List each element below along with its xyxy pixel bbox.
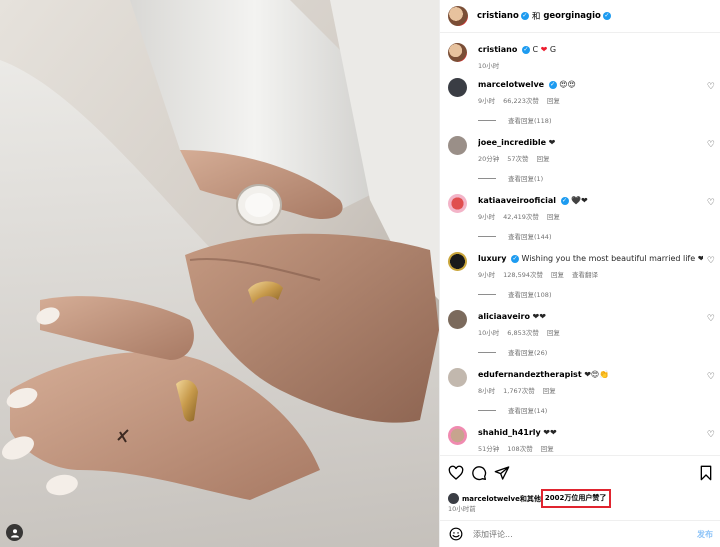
avatar[interactable] xyxy=(448,43,467,62)
heart-icon[interactable] xyxy=(448,465,464,481)
comment-time: 8小时 xyxy=(478,387,496,395)
like-comment-heart-icon[interactable]: ♡ xyxy=(707,140,715,150)
verified-badge-icon: ✓ xyxy=(520,12,529,20)
verified-badge-icon: ✓ xyxy=(602,12,611,20)
comment-username[interactable]: katiaaveirooficial xyxy=(478,196,556,205)
comment-text: ❤❤ xyxy=(543,428,557,437)
avatar[interactable] xyxy=(448,194,467,213)
author-avatar[interactable] xyxy=(448,6,468,26)
view-replies-link[interactable]: 查看回复(108) xyxy=(478,289,551,299)
comment-text: ❤ xyxy=(548,138,556,147)
comment-likes[interactable]: 1,767次赞 xyxy=(503,385,535,395)
comment-username[interactable]: luxury xyxy=(478,254,506,263)
likes-prefix[interactable]: marcelotwelve和其他 xyxy=(462,494,541,504)
author-username[interactable]: cristiano xyxy=(477,11,519,21)
reply-button[interactable]: 回复 xyxy=(547,211,560,221)
comment-time: 9小时 xyxy=(478,213,496,221)
view-replies-label: 查看回复(26) xyxy=(508,349,548,357)
comment-likes[interactable]: 66,223次赞 xyxy=(503,95,539,105)
avatar[interactable] xyxy=(448,310,467,329)
caption-username[interactable]: cristiano xyxy=(478,45,517,54)
avatar[interactable] xyxy=(448,78,467,97)
like-comment-heart-icon[interactable]: ♡ xyxy=(707,372,715,382)
post-photo[interactable] xyxy=(0,0,439,547)
comment-likes[interactable]: 128,594次赞 xyxy=(503,269,543,279)
like-comment-heart-icon[interactable]: ♡ xyxy=(707,256,715,266)
comment-input[interactable] xyxy=(473,529,673,539)
post-timestamp: 10小时前 xyxy=(448,505,476,513)
avatar[interactable] xyxy=(448,136,467,155)
like-comment-heart-icon[interactable]: ♡ xyxy=(707,198,715,208)
user-tag-icon[interactable] xyxy=(6,524,23,541)
verified-badge-icon: ✓ xyxy=(521,45,530,54)
comment-text: 😍😍 xyxy=(559,80,576,89)
comment-time: 51分钟 xyxy=(478,445,500,453)
comment-likes[interactable]: 108次赞 xyxy=(507,443,532,453)
comment-time: 9小时 xyxy=(478,97,496,105)
comment-username[interactable]: shahid_h41rly xyxy=(478,428,541,437)
verified-badge-icon: ✓ xyxy=(548,80,557,89)
comment-username[interactable]: marcelotwelve xyxy=(478,80,544,89)
view-replies-link[interactable]: 查看回复(1) xyxy=(478,173,543,183)
avatar[interactable] xyxy=(448,368,467,387)
hands-with-rings-image xyxy=(0,0,439,547)
post-detail-pane: cristiano ✓ 和 georginagio ✓ cristiano ✓ … xyxy=(439,0,720,547)
add-comment-bar: 发布 xyxy=(440,520,720,547)
like-comment-heart-icon[interactable]: ♡ xyxy=(707,82,715,92)
like-comment-heart-icon[interactable]: ♡ xyxy=(707,430,715,440)
comment-username[interactable]: edufernandeztherapist xyxy=(478,370,582,379)
view-replies-label: 查看回复(144) xyxy=(508,233,552,241)
post-author-line: cristiano ✓ 和 georginagio ✓ xyxy=(477,10,611,22)
caption-text-g: G xyxy=(549,45,557,54)
view-replies-link[interactable]: 查看回复(144) xyxy=(478,231,551,241)
view-replies-label: 查看回复(14) xyxy=(508,407,548,415)
view-replies-link[interactable]: 查看回复(14) xyxy=(478,405,547,415)
translate-button[interactable]: 查看翻译 xyxy=(572,269,598,279)
caption-time: 10小时 xyxy=(478,62,500,70)
comment-username[interactable]: aliciaaveiro xyxy=(478,312,530,321)
view-replies-label: 查看回复(118) xyxy=(508,117,552,125)
collab-username[interactable]: georginagio xyxy=(543,11,601,21)
caption-heart: ❤ xyxy=(540,45,548,54)
reply-button[interactable]: 回复 xyxy=(547,95,560,105)
comment-username[interactable]: joee_incredible xyxy=(478,138,546,147)
like-comment-heart-icon[interactable]: ♡ xyxy=(707,314,715,324)
comment-time: 9小时 xyxy=(478,271,496,279)
caption-text-c: C xyxy=(532,45,539,54)
reply-button[interactable]: 回复 xyxy=(551,269,564,279)
bookmark-icon[interactable] xyxy=(698,465,714,481)
collab-joiner: 和 xyxy=(531,12,541,22)
comments-list[interactable]: cristiano ✓ C ❤ G 10小时 marcelotwelve ✓ 😍… xyxy=(440,33,720,455)
reply-button[interactable]: 回复 xyxy=(541,443,554,453)
view-replies-link[interactable]: 查看回复(26) xyxy=(478,347,547,357)
comment-likes[interactable]: 42,419次赞 xyxy=(503,211,539,221)
comment-icon[interactable] xyxy=(471,465,487,481)
comment-likes[interactable]: 57次赞 xyxy=(507,153,528,163)
share-icon[interactable] xyxy=(494,465,510,481)
reply-button[interactable]: 回复 xyxy=(543,385,556,395)
comment-text: Wishing you the most beautiful married l… xyxy=(521,254,703,263)
verified-badge-icon: ✓ xyxy=(560,196,569,205)
comment-time: 10小时 xyxy=(478,329,500,337)
post-comment-button[interactable]: 发布 xyxy=(697,529,713,540)
view-replies-link[interactable]: 查看回复(118) xyxy=(478,115,551,125)
avatar[interactable] xyxy=(448,426,467,445)
likes-count[interactable]: 2002万位用户赞了 xyxy=(540,489,612,508)
reply-button[interactable]: 回复 xyxy=(547,327,560,337)
comment-likes[interactable]: 6,853次赞 xyxy=(507,327,539,337)
comment-text: ❤❤ xyxy=(532,312,546,321)
reply-button[interactable]: 回复 xyxy=(537,153,550,163)
avatar[interactable] xyxy=(448,252,467,271)
post-header: cristiano ✓ 和 georginagio ✓ xyxy=(440,0,720,33)
view-replies-label: 查看回复(1) xyxy=(508,175,544,183)
verified-badge-icon: ✓ xyxy=(511,254,519,263)
comment-text: 🖤❤ xyxy=(571,196,588,205)
emoji-icon[interactable] xyxy=(449,527,463,541)
comment-text: ❤😍👏 xyxy=(584,370,610,379)
comment-time: 20分钟 xyxy=(478,155,500,163)
view-replies-label: 查看回复(108) xyxy=(508,291,552,299)
